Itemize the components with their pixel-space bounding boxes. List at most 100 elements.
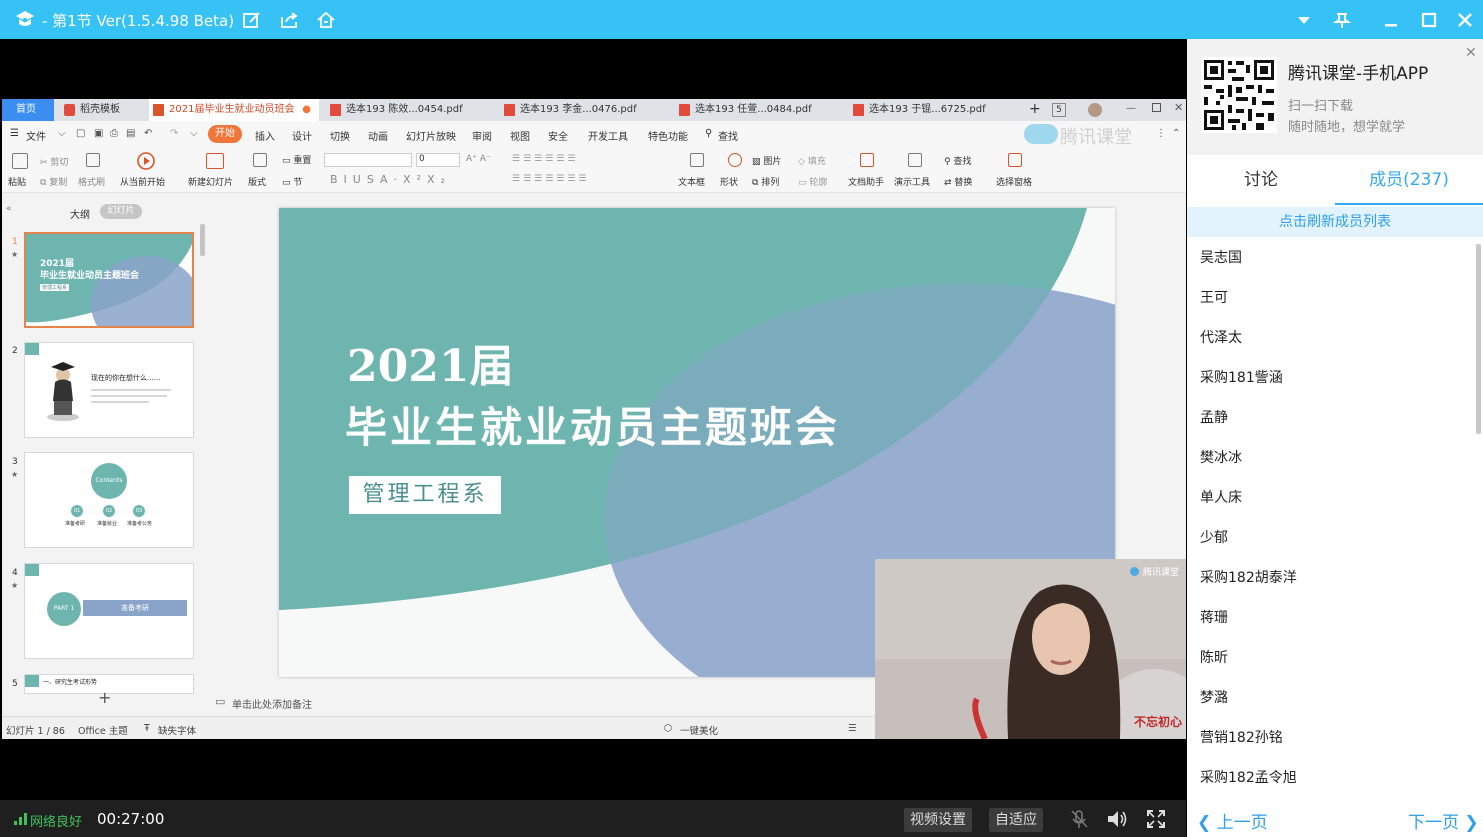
tab-current-presentation[interactable]: 2021届毕业生就业动员班会 ●: [149, 99, 319, 121]
format-painter-icon[interactable]: [86, 153, 100, 167]
hamburger-icon[interactable]: ☰: [10, 128, 19, 139]
list-item[interactable]: 王可: [1200, 287, 1228, 307]
tab-home[interactable]: 首页: [2, 99, 54, 121]
layout-button[interactable]: 版式: [248, 175, 266, 188]
tab-outline[interactable]: 大纲: [70, 206, 90, 221]
slide-thumbnail-3[interactable]: Contents 01 02 03 准备考研 准备就业 准备考公务: [24, 452, 194, 548]
menu-start[interactable]: 开始: [208, 125, 242, 143]
list-item[interactable]: 少郁: [1200, 527, 1228, 547]
menu-transition[interactable]: 切换: [330, 128, 350, 143]
new-tab-icon[interactable]: +: [1029, 101, 1041, 117]
print-icon[interactable]: ⎙: [110, 128, 118, 139]
collapse-panel-icon[interactable]: «: [6, 204, 12, 214]
list-item[interactable]: 代泽太: [1200, 327, 1242, 347]
win-close-icon[interactable]: ✕: [1174, 101, 1183, 114]
list-item[interactable]: 吴志国: [1200, 247, 1242, 267]
win-minimize-icon[interactable]: —: [1126, 103, 1136, 114]
list-item[interactable]: 蒋珊: [1200, 607, 1228, 627]
missing-font[interactable]: 缺失字体: [158, 723, 196, 737]
slide-thumbnail-2[interactable]: 现在的你在想什么......: [24, 342, 194, 438]
menu-find[interactable]: 查找: [718, 128, 738, 143]
present-tool-button[interactable]: 演示工具: [894, 175, 930, 188]
menu-security[interactable]: 安全: [548, 128, 568, 143]
shape-button[interactable]: 形状: [720, 175, 738, 188]
new-slide-button[interactable]: 新建幻灯片: [188, 175, 233, 188]
beautify-icon[interactable]: ⬡: [664, 723, 672, 734]
tab-pdf-1[interactable]: 选本193 陈效...0454.pdf: [326, 99, 496, 121]
list-item[interactable]: 采购181訾涵: [1200, 367, 1283, 387]
win-restore-icon[interactable]: [1152, 103, 1161, 112]
share-icon[interactable]: [278, 9, 300, 31]
home-icon[interactable]: [315, 9, 337, 31]
menu-design[interactable]: 设计: [292, 128, 312, 143]
more-icon[interactable]: ⋮: [1156, 128, 1166, 139]
format-painter-button[interactable]: 格式刷: [78, 175, 105, 188]
collapse-ribbon-icon[interactable]: ⌃: [1172, 128, 1180, 139]
paragraph-icons[interactable]: ☰☰☰☰☰☰: [512, 154, 578, 164]
speaker-icon[interactable]: [1105, 808, 1129, 830]
fill-button[interactable]: ◇ 填充: [798, 154, 826, 167]
video-settings-button[interactable]: 视频设置: [904, 808, 972, 832]
next-page-button[interactable]: 下一页 ❯: [1408, 808, 1479, 833]
preview-icon[interactable]: ▤: [126, 128, 135, 139]
minimize-icon[interactable]: [1381, 10, 1401, 30]
list-item[interactable]: 陈昕: [1200, 647, 1228, 667]
search-icon[interactable]: ⚲: [705, 128, 712, 139]
add-slide-icon[interactable]: +: [98, 688, 111, 707]
slide-thumbnail-1[interactable]: 2021届 毕业生就业动员主题班会 管理工程系: [24, 232, 194, 328]
cut-button[interactable]: ✂ 剪切: [40, 155, 68, 168]
pin-icon[interactable]: [1332, 10, 1352, 30]
file-dropdown-icon[interactable]: ⌵: [58, 128, 66, 139]
menu-view[interactable]: 视图: [510, 128, 530, 143]
tab-pdf-2[interactable]: 选本193 李金...0476.pdf: [500, 99, 670, 121]
fullscreen-icon[interactable]: [1145, 808, 1167, 830]
close-icon[interactable]: [1455, 10, 1475, 30]
one-click-beautify[interactable]: 一键美化: [680, 723, 718, 737]
tab-docer-templates[interactable]: 稻壳模板: [60, 99, 146, 121]
list-item[interactable]: 采购182胡泰洋: [1200, 567, 1297, 587]
maximize-icon[interactable]: [1419, 10, 1439, 30]
list-item[interactable]: 采购182孟令旭: [1200, 767, 1297, 787]
paste-button[interactable]: 粘贴: [8, 175, 26, 188]
user-avatar[interactable]: [1088, 103, 1102, 117]
member-list-scrollbar[interactable]: [1476, 244, 1481, 434]
copy-button[interactable]: ⧉ 复制: [40, 175, 67, 188]
select-pane-button[interactable]: 选择窗格: [996, 175, 1032, 188]
grow-font-icon[interactable]: A⁺ A⁻: [466, 154, 491, 164]
section-button[interactable]: ▭ 节: [282, 175, 302, 188]
microphone-muted-icon[interactable]: [1068, 808, 1090, 830]
menu-insert[interactable]: 插入: [255, 128, 275, 143]
refresh-member-list-button[interactable]: 点击刷新成员列表: [1187, 207, 1483, 237]
notes-toggle-icon[interactable]: ☰: [848, 723, 857, 734]
new-slide-icon[interactable]: [206, 153, 224, 169]
layout-icon[interactable]: [253, 153, 267, 167]
present-tool-icon[interactable]: [908, 153, 922, 167]
play-icon[interactable]: [136, 151, 156, 171]
tab-count-badge[interactable]: 5: [1052, 103, 1066, 117]
dropdown-icon[interactable]: [1294, 10, 1314, 30]
missing-font-icon[interactable]: Ŧ: [144, 723, 150, 734]
undo-icon[interactable]: ↶: [144, 128, 152, 139]
redo-icon[interactable]: ↷: [170, 128, 178, 139]
notes-placeholder[interactable]: 单击此处添加备注: [232, 696, 312, 711]
align-icons[interactable]: ☰☰☰☰☰☰☰: [512, 174, 589, 184]
picture-button[interactable]: ▧ 图片: [752, 154, 781, 167]
tab-pdf-4[interactable]: 选本193 于锟...6725.pdf: [849, 99, 1019, 121]
open-icon[interactable]: ▢: [76, 128, 85, 139]
doc-assistant-icon[interactable]: [860, 153, 874, 167]
font-family-select[interactable]: [324, 153, 412, 167]
list-item[interactable]: 孟静: [1200, 407, 1228, 427]
replace-button[interactable]: ⇄ 替换: [944, 175, 972, 188]
shape-icon[interactable]: [728, 153, 742, 167]
menu-animation[interactable]: 动画: [368, 128, 388, 143]
tab-members[interactable]: 成员(237): [1335, 155, 1483, 205]
menu-file[interactable]: 文件: [26, 128, 46, 143]
text-box-icon[interactable]: [690, 153, 704, 167]
play-from-current-button[interactable]: 从当前开始: [120, 175, 165, 188]
find-button[interactable]: ⚲ 查找: [944, 154, 971, 167]
tab-slides[interactable]: 幻灯片: [100, 204, 142, 219]
tab-discussion[interactable]: 讨论: [1187, 155, 1335, 205]
menu-slideshow[interactable]: 幻灯片放映: [406, 128, 456, 143]
doc-assistant-button[interactable]: 文档助手: [848, 175, 884, 188]
outline-button[interactable]: ▭ 轮廓: [798, 175, 827, 188]
